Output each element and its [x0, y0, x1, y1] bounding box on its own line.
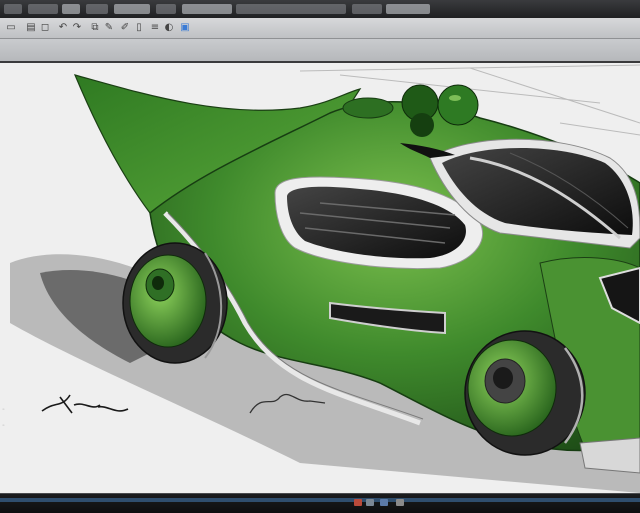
- toolbar: ▭ ▤ ◻ ↶ ↷ ⧉ ✎ ✐ ▯ ≡ ◐ ▣: [0, 18, 640, 39]
- save-icon[interactable]: ◻: [38, 21, 52, 35]
- redo-icon[interactable]: ↷: [70, 21, 84, 35]
- menu-item[interactable]: [236, 4, 346, 14]
- brush-icon[interactable]: ✎: [102, 21, 116, 35]
- menu-item[interactable]: [156, 4, 176, 14]
- tray-icon[interactable]: [380, 499, 388, 506]
- zoom-icon[interactable]: ▣: [178, 21, 192, 35]
- taskbar-strip: [0, 498, 640, 502]
- menu-item[interactable]: [352, 4, 382, 14]
- tray-icon[interactable]: [396, 499, 404, 506]
- car-sketch-artwork: [10, 64, 640, 493]
- copy-icon[interactable]: ⧉: [88, 21, 102, 35]
- menu-item[interactable]: [86, 4, 108, 14]
- drawing-canvas[interactable]: ◦ ◦: [0, 63, 640, 493]
- menu-item[interactable]: [62, 4, 80, 14]
- title-bar: [0, 0, 640, 19]
- tray-icon[interactable]: [354, 499, 362, 506]
- tray-icon[interactable]: [366, 499, 374, 506]
- open-icon[interactable]: ▤: [24, 21, 38, 35]
- app-window: ▭ ▤ ◻ ↶ ↷ ⧉ ✎ ✐ ▯ ≡ ◐ ▣ ◦ ◦: [0, 0, 640, 513]
- new-icon[interactable]: ▭: [4, 21, 18, 35]
- color-icon[interactable]: ◐: [162, 21, 176, 35]
- undo-icon[interactable]: ↶: [56, 21, 70, 35]
- options-bar: [0, 39, 640, 63]
- layers-icon[interactable]: ≡: [148, 21, 162, 35]
- status-bar: [0, 493, 640, 513]
- menu-item[interactable]: [114, 4, 150, 14]
- menu-item[interactable]: [4, 4, 22, 14]
- menu-item[interactable]: [182, 4, 232, 14]
- menu-item[interactable]: [386, 4, 430, 14]
- eraser-icon[interactable]: ▯: [132, 21, 146, 35]
- menu-item[interactable]: [28, 4, 58, 14]
- pencil-icon[interactable]: ✐: [118, 21, 132, 35]
